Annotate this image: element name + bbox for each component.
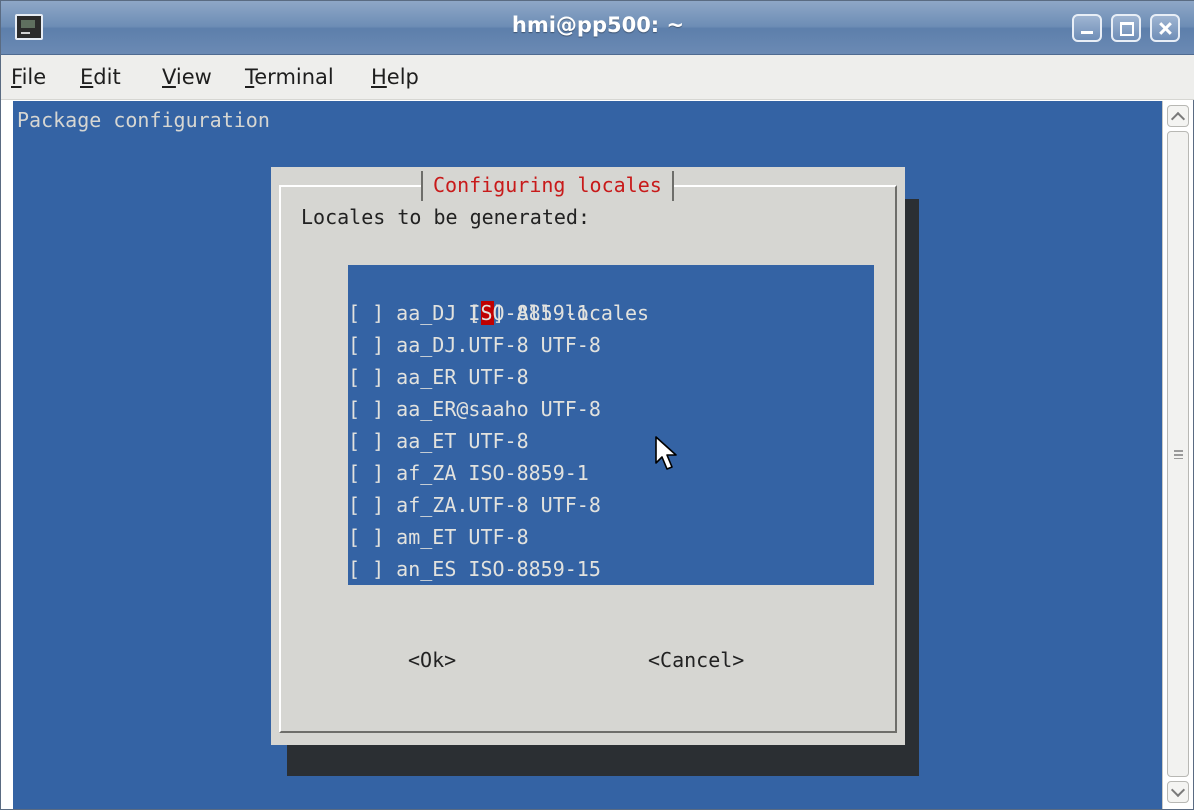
terminal-window: hmi@pp500: ~ File Edit View Terminal Hel…	[0, 0, 1194, 810]
ok-button[interactable]: <Ok>	[408, 648, 456, 672]
scroll-up-icon[interactable]	[1167, 105, 1189, 127]
menu-view[interactable]: View	[162, 65, 212, 89]
locale-item[interactable]: [ ] aa_DJ ISO-8859-1	[348, 297, 589, 329]
locale-checkbox[interactable]: [ ]	[348, 329, 384, 361]
locale-checkbox[interactable]: [ ]	[348, 489, 384, 521]
locale-label: aa_DJ.UTF-8 UTF-8	[396, 333, 601, 357]
menu-help[interactable]: Help	[371, 65, 419, 89]
locale-item[interactable]: [ ] aa_ER@saaho UTF-8	[348, 393, 601, 425]
mouse-pointer-icon	[655, 436, 677, 470]
locale-checkbox[interactable]: [ ]	[348, 553, 384, 585]
dialog-prompt: Locales to be generated:	[301, 205, 590, 229]
locale-label: aa_ER@saaho UTF-8	[396, 397, 601, 421]
locale-list[interactable]: [ ] All locales [ ] aa_DJ ISO-8859-1 [ ]…	[348, 265, 874, 585]
maximize-icon[interactable]	[1111, 14, 1141, 42]
menu-edit-label: dit	[93, 65, 121, 89]
locale-item[interactable]: [ ] an_ES ISO-8859-15	[348, 553, 601, 585]
locale-item[interactable]: [ ] All locales	[348, 265, 649, 325]
locale-label: am_ET UTF-8	[396, 525, 529, 549]
terminal-screen[interactable]: Package configuration Configuring locale…	[13, 101, 1162, 809]
locales-dialog: Configuring locales Locales to be genera…	[271, 167, 905, 745]
locale-item[interactable]: [ ] af_ZA.UTF-8 UTF-8	[348, 489, 601, 521]
menu-bar: File Edit View Terminal Help	[1, 55, 1194, 100]
menu-view-mnemonic: V	[162, 65, 176, 89]
dialog-title: Configuring locales	[421, 171, 674, 201]
locale-checkbox[interactable]: [ ]	[348, 521, 384, 553]
locale-checkbox[interactable]: [ ]	[348, 425, 384, 457]
menu-terminal-label: erminal	[254, 65, 334, 89]
locale-checkbox[interactable]: [ ]	[348, 297, 384, 329]
menu-file[interactable]: File	[11, 65, 46, 89]
locale-item[interactable]: [ ] aa_ER UTF-8	[348, 361, 529, 393]
locale-label: aa_ET UTF-8	[396, 429, 529, 453]
menu-view-label: iew	[175, 65, 212, 89]
locale-checkbox[interactable]: [ ]	[348, 457, 384, 489]
vertical-scrollbar[interactable]	[1162, 101, 1193, 809]
locale-label: af_ZA ISO-8859-1	[396, 461, 589, 485]
locale-label: an_ES ISO-8859-15	[396, 557, 601, 581]
package-configuration-header: Package configuration	[17, 108, 270, 132]
locale-item[interactable]: [ ] af_ZA ISO-8859-1	[348, 457, 589, 489]
locale-item[interactable]: [ ] am_ET UTF-8	[348, 521, 529, 553]
locale-item[interactable]: [ ] aa_DJ.UTF-8 UTF-8	[348, 329, 601, 361]
locale-checkbox[interactable]: [ ]	[348, 393, 384, 425]
cancel-button[interactable]: <Cancel>	[648, 648, 744, 672]
menu-help-mnemonic: H	[371, 65, 387, 89]
scrollbar-grip-icon	[1174, 450, 1183, 459]
menu-file-label: ile	[21, 65, 47, 89]
menu-terminal[interactable]: Terminal	[245, 65, 334, 89]
scrollbar-thumb[interactable]	[1167, 131, 1189, 777]
menu-edit-mnemonic: E	[80, 65, 94, 89]
locale-label: aa_ER UTF-8	[396, 365, 529, 389]
window-title: hmi@pp500: ~	[511, 13, 685, 37]
minimize-icon[interactable]	[1072, 14, 1102, 42]
locale-label: af_ZA.UTF-8 UTF-8	[396, 493, 601, 517]
locale-checkbox[interactable]: [ ]	[348, 361, 384, 393]
menu-file-mnemonic: F	[11, 65, 22, 89]
menu-edit[interactable]: Edit	[80, 65, 121, 89]
menu-help-label: elp	[386, 65, 419, 89]
scroll-down-icon[interactable]	[1167, 781, 1189, 803]
close-icon[interactable]	[1150, 14, 1180, 42]
locale-item[interactable]: [ ] aa_ET UTF-8	[348, 425, 529, 457]
menu-terminal-mnemonic: T	[245, 65, 255, 89]
locale-label: aa_DJ ISO-8859-1	[396, 301, 589, 325]
title-bar[interactable]: hmi@pp500: ~	[1, 1, 1194, 55]
